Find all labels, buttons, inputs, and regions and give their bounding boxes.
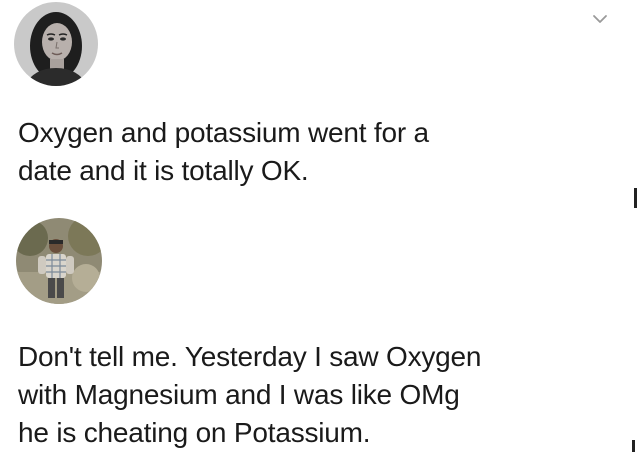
avatar-post-1[interactable] xyxy=(14,2,98,86)
post-1: Oxygen and potassium went for a date and… xyxy=(0,0,640,210)
post-2: Don't tell me. Yesterday I saw Oxygen wi… xyxy=(0,210,640,465)
edge-artifact xyxy=(634,188,637,208)
post-2-text: Don't tell me. Yesterday I saw Oxygen wi… xyxy=(18,341,482,448)
man-outdoors-avatar-image xyxy=(16,218,102,304)
edge-artifact xyxy=(632,440,635,452)
chevron-down-icon[interactable] xyxy=(590,12,610,26)
woman-portrait-avatar-image xyxy=(14,2,98,86)
avatar-post-2[interactable] xyxy=(16,218,102,304)
post-1-text: Oxygen and potassium went for a date and… xyxy=(18,117,429,186)
